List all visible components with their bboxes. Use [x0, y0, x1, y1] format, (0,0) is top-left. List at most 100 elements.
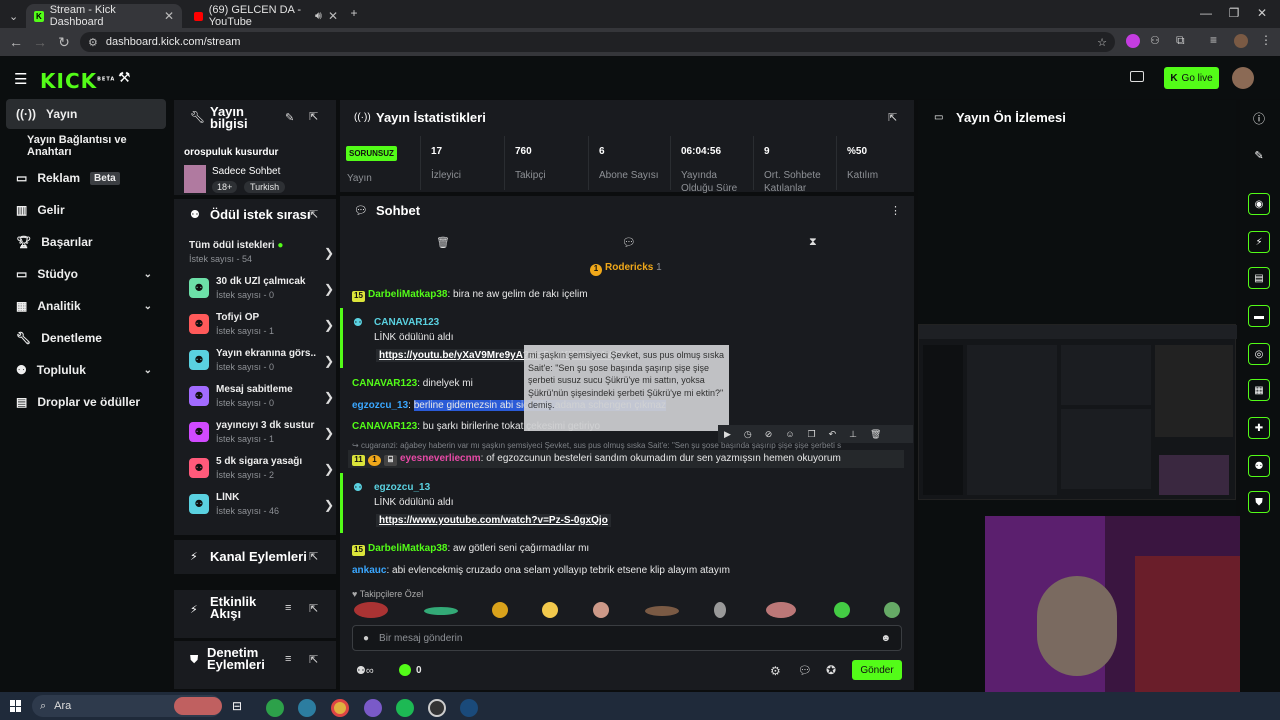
send-button[interactable]: Gönder [852, 660, 902, 680]
chrome-icon[interactable] [331, 699, 349, 717]
reward-queue-item[interactable]: ⚉ Tofiyi ÖP İstek sayısı - 1 ❯ [189, 312, 334, 344]
chat-bubble-icon[interactable]: 💬︎ [798, 664, 812, 677]
wrench-icon[interactable]: ✚ [1248, 417, 1270, 439]
go-live-button[interactable]: K Go live [1164, 67, 1219, 89]
nav-item-reklam[interactable]: ▭ Reklam Beta [6, 163, 166, 193]
minimize-icon[interactable]: — [1196, 6, 1216, 22]
points-icon[interactable]: ⚉∞ [356, 664, 374, 677]
bookmark-star-icon[interactable]: ☆ [1097, 36, 1107, 49]
spotify-icon[interactable] [396, 699, 414, 717]
emoji-icon[interactable]: ☻ [880, 633, 891, 644]
task-view-icon[interactable]: ⊟ [232, 699, 250, 717]
timeout-clock-icon[interactable]: ◷ [744, 429, 752, 440]
emote[interactable] [492, 602, 508, 618]
back-icon[interactable]: ← [4, 34, 28, 50]
reply-icon[interactable]: ↶ [829, 429, 837, 440]
nav-item-basarilar[interactable]: 🏆︎ Başarılar [6, 227, 166, 257]
close-tab-icon[interactable]: ✕ [164, 9, 174, 23]
nav-item-denetleme[interactable]: 🔧︎ Denetleme [6, 323, 166, 353]
kick-logo[interactable]: KICKBETA [40, 69, 115, 93]
site-info-icon[interactable]: ⚙ [88, 36, 98, 49]
browser-menu-icon[interactable]: ⋮ [1260, 33, 1272, 47]
hd-icon[interactable] [1130, 71, 1144, 82]
reward-queue-item[interactable]: ⚉ Mesaj sabitleme İstek sayısı - 0 ❯ [189, 384, 334, 416]
popout-icon[interactable]: ⇱ [309, 208, 318, 221]
nav-item-stream-key[interactable]: Yayın Bağlantısı ve Anahtarı [6, 131, 166, 161]
media-controls-icon[interactable]: ≡ [1210, 33, 1217, 47]
hammer-icon[interactable]: ⚒ [118, 69, 131, 86]
pin-icon[interactable]: ⊥ [849, 429, 857, 440]
chat-input[interactable]: ● Bir mesaj gönderin ☻ [352, 625, 902, 651]
more-options-icon[interactable]: ⋮ [890, 204, 901, 217]
settings-gear-icon[interactable]: ⚙ [770, 664, 781, 678]
emote[interactable] [542, 602, 558, 618]
shield-icon[interactable]: ⛊ [1248, 491, 1270, 513]
reward-icon[interactable]: ⚉ [1248, 455, 1270, 477]
nav-item-yayin[interactable]: ((·)) Yayın [6, 99, 166, 129]
tab-kick-dashboard[interactable]: K Stream - Kick Dashboard ✕ [26, 4, 182, 28]
extension-icon[interactable]: ⚇ [1150, 34, 1160, 47]
tab-search-button[interactable]: ⌄ [4, 4, 22, 28]
nav-item-analitik[interactable]: ▦ Analitik ⌄ [6, 291, 166, 321]
trash-icon[interactable]: 🗑︎ [436, 236, 450, 249]
emote[interactable] [834, 602, 850, 618]
close-window-icon[interactable]: ✕ [1252, 6, 1272, 22]
user-avatar[interactable] [1232, 67, 1254, 89]
filter-icon[interactable]: ≡ [285, 602, 291, 614]
emote[interactable] [714, 602, 726, 618]
mute-icon[interactable]: ⊘ [765, 429, 773, 440]
taskbar-app-icon[interactable] [266, 699, 284, 717]
emote[interactable] [354, 602, 388, 618]
emote[interactable] [593, 602, 609, 618]
taskbar-app-icon[interactable] [364, 699, 382, 717]
nav-item-studyo[interactable]: ▭ Stüdyo ⌄ [6, 259, 166, 289]
emote[interactable] [424, 607, 458, 615]
copy-icon[interactable]: ❐ [808, 429, 816, 440]
reload-icon[interactable]: ↻ [52, 34, 76, 51]
popout-icon[interactable]: ⇱ [309, 550, 318, 563]
hamburger-menu-icon[interactable]: ☰ [14, 70, 27, 88]
extension-icon[interactable] [1126, 34, 1140, 48]
edit-pencil-icon[interactable]: ✎ [285, 111, 294, 124]
reward-queue-item[interactable]: ⚉ LİNK İstek sayısı - 46 ❯ [189, 492, 334, 524]
profile-avatar[interactable] [1234, 34, 1248, 48]
layout-icon[interactable]: ▦ [1248, 379, 1270, 401]
extensions-puzzle-icon[interactable]: ⧉ [1176, 33, 1185, 48]
reward-link[interactable]: https://www.youtube.com/watch?v=Pz-S-0gx… [376, 514, 611, 527]
reward-queue-item[interactable]: ⚉ Yayın ekranına görs... İstek sayısı - 0 ❯ [189, 348, 334, 380]
tab-youtube[interactable]: (69) GELCEN DA - YouTube 🔊︎ ✕ [186, 4, 346, 28]
steam-icon[interactable] [460, 699, 478, 717]
nav-item-topluluk[interactable]: ⚉ Topluluk ⌄ [6, 355, 166, 385]
emote[interactable] [766, 602, 796, 618]
edit-pencil-icon[interactable]: ✎ [1240, 140, 1278, 170]
reward-queue-item[interactable]: ⚉ 30 dk UZİ çalmıcak İstek sayısı - 0 ❯ [189, 276, 334, 308]
nav-item-gelir[interactable]: ▥ Gelir [6, 195, 166, 225]
reward-queue-item[interactable]: ⚉ yayıncıyı 3 dk sustur İstek sayısı - 1 ❯ [189, 420, 334, 452]
broadcast-icon[interactable]: ◎ [1248, 343, 1270, 365]
reward-queue-item[interactable]: ⚉ 5 dk sigara yasağı İstek sayısı - 2 ❯ [189, 456, 334, 488]
info-icon[interactable]: ⓘ [1240, 103, 1278, 133]
delete-icon[interactable]: 🗑︎ [870, 429, 881, 440]
close-tab-icon[interactable]: ✕ [328, 9, 338, 23]
url-input[interactable]: ⚙ dashboard.kick.com/stream ☆ [80, 32, 1115, 52]
chat-bubble-icon[interactable]: ▬ [1248, 305, 1270, 327]
rewards-icon[interactable]: ✪ [826, 663, 836, 677]
play-icon[interactable]: ▶ [724, 429, 731, 440]
lightning-icon[interactable]: ⚡︎ [1248, 231, 1270, 253]
forward-icon[interactable]: → [28, 34, 52, 50]
popout-icon[interactable]: ⇱ [309, 110, 318, 123]
camera-icon[interactable]: ◉ [1248, 193, 1270, 215]
all-rewards-item[interactable]: Tüm ödül istekleri ● İstek sayısı - 54 ❯ [189, 240, 334, 272]
emote[interactable] [645, 606, 679, 616]
taskbar-search[interactable]: ⌕ Ara [32, 695, 222, 717]
obs-icon[interactable] [428, 699, 446, 717]
notes-icon[interactable]: ▤ [1248, 267, 1270, 289]
emoji-icon[interactable]: ☺ [785, 429, 794, 439]
maximize-icon[interactable]: ❐ [1224, 6, 1244, 22]
nav-item-droplar[interactable]: ▤ Droplar ve ödüller [6, 387, 166, 417]
popout-icon[interactable]: ⇱ [309, 602, 318, 615]
popout-icon[interactable]: ⇱ [309, 653, 318, 666]
filter-icon[interactable]: ≡ [285, 653, 291, 665]
popout-icon[interactable]: ⇱ [888, 111, 897, 124]
new-tab-icon[interactable]: + [344, 6, 364, 22]
